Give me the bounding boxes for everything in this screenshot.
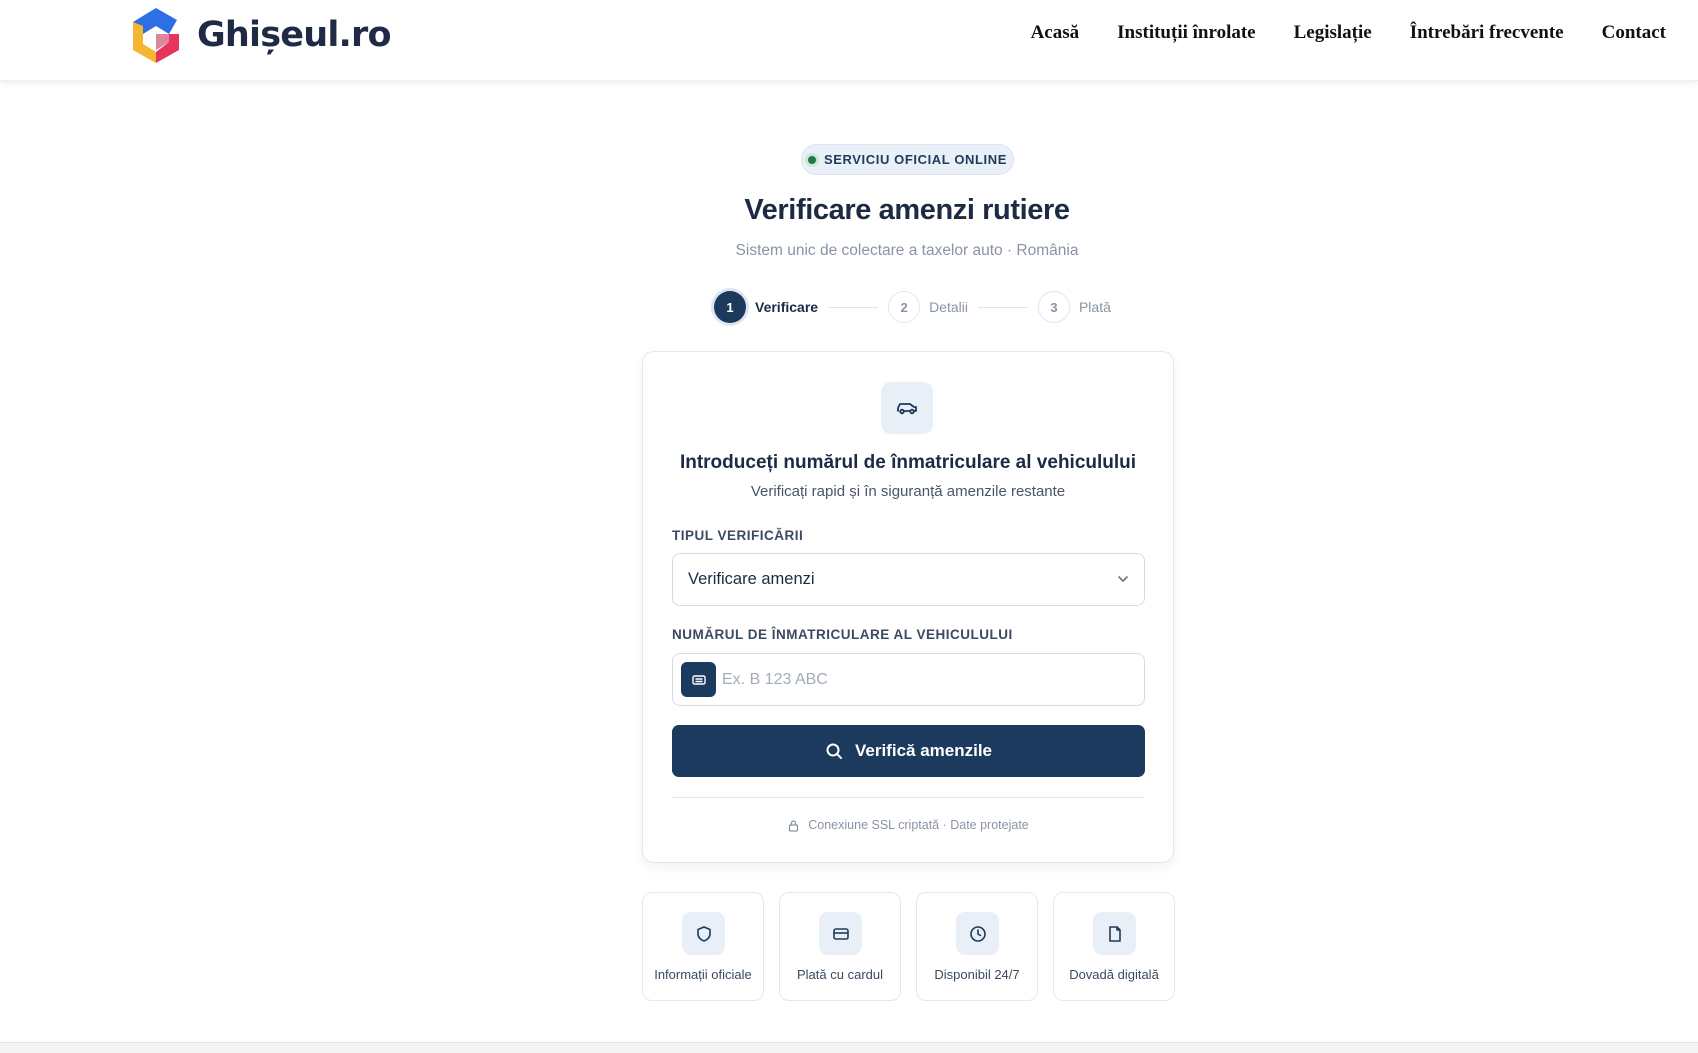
ssl-text: Conexiune SSL criptată · Date protejate xyxy=(808,818,1029,832)
nav-acasa[interactable]: Acasă xyxy=(1031,22,1080,44)
shield-icon xyxy=(682,912,725,955)
search-icon xyxy=(826,743,842,759)
verification-card: Introduceți numărul de înmatriculare al … xyxy=(642,351,1174,863)
status-dot-icon xyxy=(807,155,816,164)
feature-label: Disponibil 24/7 xyxy=(934,967,1020,982)
card-title: Introduceți numărul de înmatriculare al … xyxy=(679,452,1137,473)
badge-text: SERVICIU OFICIAL ONLINE xyxy=(823,152,1008,167)
document-icon xyxy=(1093,912,1136,955)
feature-official-info: Informații oficiale xyxy=(642,892,764,1001)
step-number: 2 xyxy=(888,291,921,323)
step-label: Verificare xyxy=(755,299,819,315)
car-icon xyxy=(881,382,933,434)
nav-institutii[interactable]: Instituții înrolate xyxy=(1117,22,1255,44)
nav-intrebari[interactable]: Întrebări frecvente xyxy=(1410,22,1564,44)
footer-strip xyxy=(0,1042,1698,1053)
clock-icon xyxy=(956,912,999,955)
chevron-down-icon xyxy=(1118,576,1128,582)
nav-legislatie[interactable]: Legislație xyxy=(1294,22,1372,44)
main-nav: Acasă Instituții înrolate Legislație Înt… xyxy=(1031,22,1666,44)
plate-number-label: NUMĂRUL DE ÎNMATRICULARE AL VEHICULULUI xyxy=(672,627,1013,642)
verification-type-label: TIPUL VERIFICĂRII xyxy=(672,528,804,543)
feature-card-payment: Plată cu cardul xyxy=(779,892,901,1001)
feature-label: Plată cu cardul xyxy=(797,967,883,982)
nav-contact[interactable]: Contact xyxy=(1602,22,1666,44)
plate-number-input[interactable] xyxy=(722,664,1132,696)
feature-label: Dovadă digitală xyxy=(1069,967,1159,982)
page-subtitle: Sistem unic de colectare a taxelor auto … xyxy=(735,242,1079,259)
step-label: Detalii xyxy=(929,299,968,315)
plate-number-field xyxy=(672,653,1145,706)
verify-fines-button[interactable]: Verifică amenzile xyxy=(672,725,1145,777)
ssl-notice: Conexiune SSL criptată · Date protejate xyxy=(643,818,1173,832)
step-plata: 3 Plată xyxy=(1037,291,1111,323)
step-connector xyxy=(828,306,879,308)
step-detalii: 2 Detalii xyxy=(888,291,968,323)
card-subtitle: Verificați rapid și în siguranță amenzil… xyxy=(750,483,1066,500)
official-badge: SERVICIU OFICIAL ONLINE xyxy=(801,144,1014,175)
features-row: Informații oficiale Plată cu cardul Disp… xyxy=(642,892,1175,1001)
credit-card-icon xyxy=(819,912,862,955)
feature-label: Informații oficiale xyxy=(654,967,752,982)
step-number: 3 xyxy=(1037,291,1070,323)
step-label: Plată xyxy=(1078,299,1111,315)
select-value: Verificare amenzi xyxy=(688,570,815,588)
feature-available-247: Disponibil 24/7 xyxy=(916,892,1038,1001)
stepper: 1 Verificare 2 Detalii 3 Plată xyxy=(714,291,1111,323)
site-header: Ghișeul.ro Acasă Instituții înrolate Leg… xyxy=(0,0,1698,81)
logo-mark-icon xyxy=(133,8,179,63)
verification-type-select[interactable]: Verificare amenzi xyxy=(672,553,1145,606)
logo-text: Ghișeul.ro xyxy=(197,15,392,55)
step-number: 1 xyxy=(714,291,746,323)
step-connector xyxy=(977,306,1028,308)
lock-icon xyxy=(789,819,799,832)
verify-button-label: Verifică amenzile xyxy=(854,741,993,760)
step-verificare: 1 Verificare xyxy=(714,291,818,323)
divider xyxy=(672,797,1145,798)
license-plate-icon xyxy=(681,662,716,697)
page-title: Verificare amenzi rutiere xyxy=(744,194,1070,226)
logo[interactable]: Ghișeul.ro xyxy=(127,4,392,66)
feature-digital-proof: Dovadă digitală xyxy=(1053,892,1175,1001)
